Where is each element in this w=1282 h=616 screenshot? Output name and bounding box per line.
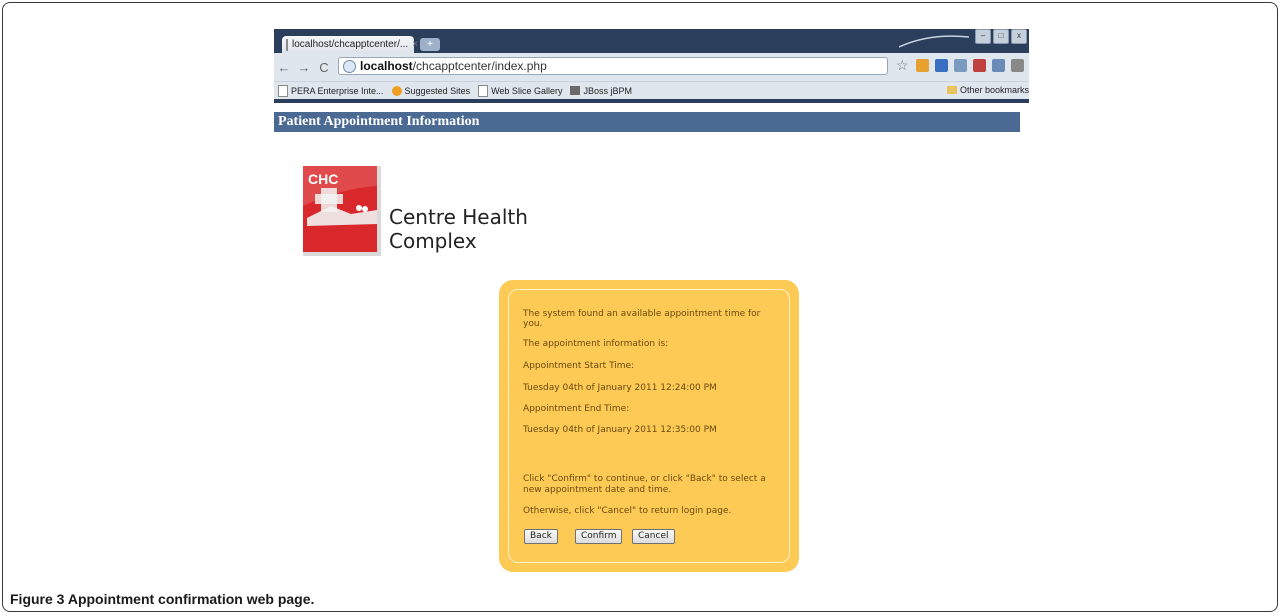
logo-text: Centre Health Complex (389, 205, 528, 253)
browser-toolbar: ← → C localhost /chcapptcenter/index.php… (274, 53, 1029, 81)
forward-arrow-icon[interactable]: → (294, 60, 314, 75)
start-time-label: Appointment Start Time: (523, 361, 635, 371)
back-button[interactable]: Back (524, 529, 558, 544)
bookmark-label: JBoss jBPM (583, 85, 632, 96)
extension-icon[interactable] (916, 59, 929, 72)
minimize-icon[interactable]: – (975, 29, 991, 44)
end-time-label: Appointment End Time: (523, 404, 630, 414)
bookmark-star-icon[interactable]: ☆ (896, 57, 909, 74)
found-message-line-2: you. (523, 319, 543, 329)
bookmarks-bar: PERA Enterprise Inte... Suggested Sites … (274, 81, 1029, 99)
other-bookmarks-label: Other bookmarks (959, 85, 1029, 95)
page-icon (286, 38, 288, 51)
figure-caption: Figure 3 Appointment confirmation web pa… (10, 591, 314, 607)
bookmark-label: PERA Enterprise Inte... (291, 85, 384, 96)
bookmark-item[interactable]: Suggested Sites (391, 85, 471, 96)
url-path: /chcapptcenter/index.php (412, 59, 547, 73)
end-time-value: Tuesday 04th of January 2011 12:35:00 PM (523, 425, 717, 435)
bulb-icon (391, 85, 402, 96)
extension-icon[interactable] (954, 59, 967, 72)
tab-title: localhost/chcapptcenter/... (292, 39, 409, 50)
wrench-icon[interactable] (1011, 59, 1024, 72)
browser-window: localhost/chcapptcenter/... × + – □ x ← … (274, 29, 1029, 103)
reload-icon[interactable]: C (314, 60, 334, 75)
extension-icon[interactable] (935, 59, 948, 72)
swoosh-decoration-icon (899, 35, 969, 48)
page-icon (278, 84, 288, 97)
cancel-instruction: Otherwise, click "Cancel" to return logi… (523, 506, 732, 516)
page-icon (478, 84, 489, 97)
info-intro: The appointment information is: (523, 339, 669, 349)
jboss-icon (570, 86, 581, 95)
chc-logo: CHC (303, 166, 381, 256)
logo-line-1: Centre Health (389, 205, 528, 229)
instruction-line-2: new appointment date and time. (523, 485, 672, 495)
caption-text: Appointment confirmation web page. (67, 591, 315, 607)
new-tab-button[interactable]: + (420, 38, 440, 51)
caption-label: Figure 3 (10, 591, 65, 607)
globe-icon (343, 59, 356, 73)
bookmark-label: Web Slice Gallery (491, 85, 563, 96)
bookmark-label: Suggested Sites (404, 85, 471, 96)
other-bookmarks[interactable]: Other bookmarks (946, 85, 1029, 95)
logo-line-2: Complex (389, 229, 477, 253)
extension-icons (916, 59, 1024, 72)
found-message-line-1: The system found an available appointmen… (523, 309, 761, 319)
start-time-value: Tuesday 04th of January 2011 12:24:00 PM (523, 383, 717, 393)
back-arrow-icon[interactable]: ← (274, 60, 294, 75)
tab-close-icon[interactable]: × (412, 39, 418, 50)
url-host: localhost (360, 59, 413, 73)
browser-tab[interactable]: localhost/chcapptcenter/... × (282, 36, 418, 53)
bookmark-item[interactable]: PERA Enterprise Inte... (278, 84, 384, 97)
bookmark-item[interactable]: Web Slice Gallery (478, 84, 563, 97)
close-window-icon[interactable]: x (1011, 29, 1027, 44)
cancel-button[interactable]: Cancel (632, 529, 675, 544)
instruction-line-1: Click "Confirm" to continue, or click "B… (523, 474, 766, 484)
logo-mark: CHC (308, 171, 338, 187)
confirm-button[interactable]: Confirm (575, 529, 623, 544)
extension-icon[interactable] (992, 59, 1005, 72)
bookmark-item[interactable]: JBoss jBPM (570, 86, 632, 96)
extension-icon[interactable] (973, 59, 986, 72)
maximize-icon[interactable]: □ (993, 29, 1009, 44)
folder-icon (946, 86, 957, 94)
page-title: Patient Appointment Information (274, 112, 1020, 132)
tab-strip: localhost/chcapptcenter/... × + – □ x (274, 29, 1029, 53)
window-controls: – □ x (975, 29, 1027, 44)
address-bar[interactable]: localhost /chcapptcenter/index.php (338, 57, 888, 75)
